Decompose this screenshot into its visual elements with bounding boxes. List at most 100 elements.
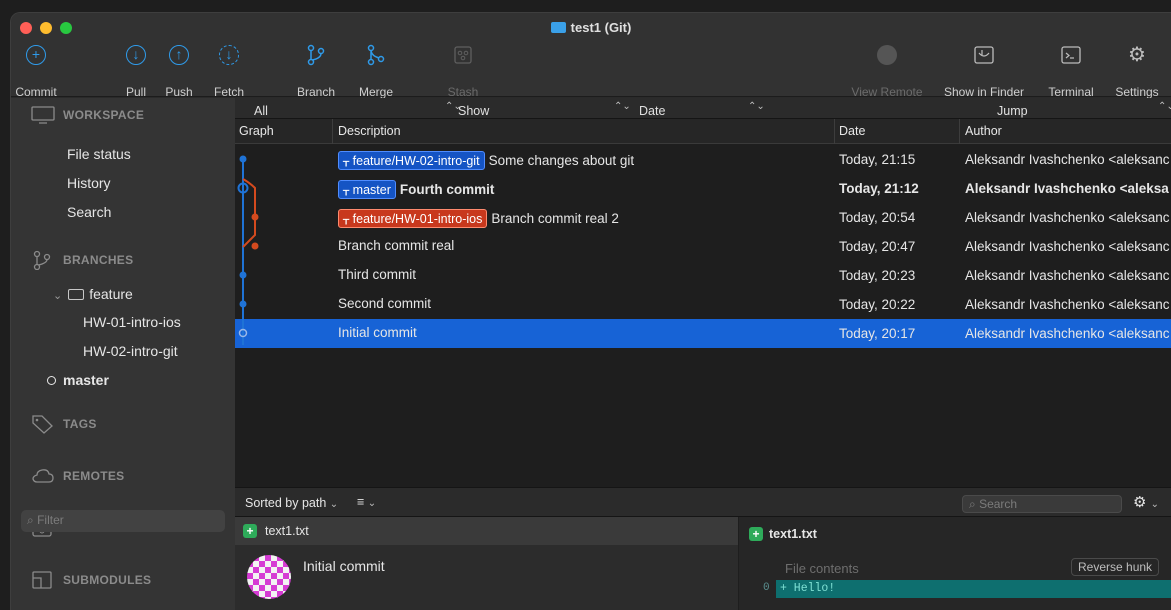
sidebar-folder-feature[interactable]: ⌄ feature (53, 286, 133, 302)
commit-date: Today, 21:15 (839, 152, 916, 167)
master-label: master (63, 372, 109, 388)
jump-to-chevron-icon[interactable]: ⌃⌄ (1158, 101, 1171, 112)
stash-button[interactable]: Stash (448, 43, 478, 99)
show-in-finder-button[interactable]: Show in Finder (944, 43, 1024, 99)
pull-button[interactable]: ↓ Pull (121, 43, 151, 99)
commit-date: Today, 20:23 (839, 268, 916, 283)
added-file-icon: + (749, 527, 763, 541)
workspace-heading: WORKSPACE (63, 108, 145, 122)
filter-bar: All Branches ⌃⌄ Show Remote Branches ⌃⌄ … (235, 98, 1171, 146)
branch-button[interactable]: Branch (297, 43, 335, 99)
pull-label: Pull (125, 85, 147, 99)
filter-placeholder: Filter (37, 513, 64, 527)
table-row[interactable]: ᚁ master Fourth commit Today, 21:12 Aleks… (235, 174, 1171, 203)
folder-label: feature (89, 286, 133, 302)
sidebar-section-submodules[interactable]: SUBMODULES (31, 570, 151, 590)
diff-line: 0 + Hello! (739, 580, 1171, 598)
sidebar-item-history[interactable]: History (67, 175, 111, 191)
fetch-icon: ↓ (219, 45, 239, 65)
fetch-button[interactable]: ↓ Fetch (214, 43, 244, 99)
hunk-header: File contents (785, 561, 859, 576)
commit-message: Second commit (338, 296, 432, 311)
sidebar-section-workspace[interactable]: WORKSPACE (31, 106, 144, 124)
order-chevron-icon[interactable]: ⌃⌄ (748, 101, 765, 112)
terminal-button[interactable]: Terminal (1048, 43, 1094, 99)
branches-heading: BRANCHES (63, 253, 134, 267)
branch-label: Branch (296, 85, 336, 99)
reverse-hunk-button[interactable]: Reverse hunk (1071, 558, 1160, 576)
settings-label: Settings (1115, 85, 1159, 99)
branch-icon: ᚁ (343, 183, 350, 197)
changed-files-pane: + text1.txt Initial commit (235, 517, 738, 610)
commit-label: Commit (15, 85, 57, 99)
table-row[interactable]: Second commit Today, 20:22 Aleksandr Iva… (235, 290, 1171, 319)
push-icon: ↑ (169, 45, 189, 65)
sidebar-item-master[interactable]: master (47, 372, 109, 388)
finder-icon (974, 46, 994, 64)
sidebar-filter-input[interactable]: ⌕ Filter (21, 510, 225, 532)
branch-icon (33, 250, 51, 270)
stash-label: Stash (447, 85, 479, 99)
file-row[interactable]: + text1.txt (235, 517, 738, 545)
merge-icon (367, 44, 385, 66)
branch-tag: ᚁ feature/HW-01-intro-ios (338, 209, 488, 228)
merge-button[interactable]: Merge (359, 43, 393, 99)
gear-icon[interactable]: ⚙ ⌄ (1133, 493, 1159, 511)
sidebar-item-hw-01[interactable]: HW-01-intro-ios (83, 314, 181, 330)
commit-node (239, 155, 247, 163)
commit-button[interactable]: + Commit (15, 43, 57, 99)
branch-tag-label: feature/HW-02-intro-git (352, 154, 480, 168)
diff-file-name: text1.txt (769, 527, 817, 541)
sidebar-item-hw-02[interactable]: HW-02-intro-git (83, 343, 178, 359)
submodules-heading: SUBMODULES (63, 573, 152, 587)
details-toolbar: Sorted by path ⌄ ≡ ⌄ ⌕ Search ⚙ ⌄ (235, 487, 1171, 517)
remote-filter-chevron-icon[interactable]: ⌃⌄ (614, 101, 631, 112)
commit-node (239, 300, 247, 308)
search-input[interactable]: ⌕ Search (962, 495, 1122, 513)
column-date[interactable]: Date (839, 124, 865, 138)
table-row[interactable]: Branch commit real Today, 20:47 Aleksand… (235, 232, 1171, 261)
list-view-toggle[interactable]: ≡ ⌄ (357, 495, 376, 509)
push-label: Push (165, 85, 193, 99)
table-row[interactable]: ᚁ feature/HW-01-intro-ios Branch commit r… (235, 203, 1171, 232)
commit-author: Aleksandr Ivashchenko <aleksanc (965, 210, 1170, 225)
commit-table-header: Graph Description Date Author (235, 119, 1171, 144)
settings-button[interactable]: ⚙ Settings (1115, 43, 1158, 99)
sidebar-item-file-status[interactable]: File status (67, 146, 131, 162)
view-remote-label: View Remote (851, 85, 923, 99)
submodule-icon (32, 571, 52, 589)
sidebar-section-branches[interactable]: BRANCHES (31, 250, 133, 270)
main-panel: All Branches ⌃⌄ Show Remote Branches ⌃⌄ … (235, 98, 1171, 610)
column-graph[interactable]: Graph (239, 124, 274, 138)
commit-graph (237, 155, 259, 345)
sidebar-section-tags[interactable]: TAGS (31, 414, 97, 434)
gear-icon: ⚙ (1128, 44, 1146, 66)
current-branch-icon (47, 376, 56, 385)
chevron-down-icon: ⌄ (329, 499, 339, 510)
table-row-selected[interactable]: Initial commit Today, 20:17 Aleksandr Iv… (235, 319, 1171, 348)
table-row[interactable]: ᚁ feature/HW-02-intro-git Some changes ab… (235, 145, 1171, 174)
commit-author: Aleksandr Ivashchenko <aleksanc (965, 326, 1170, 341)
search-placeholder: Search (979, 497, 1018, 511)
sidebar-section-remotes[interactable]: REMOTES (31, 468, 124, 484)
commit-date: Today, 21:12 (839, 181, 919, 196)
view-remote-button[interactable]: View Remote (851, 43, 923, 99)
tags-heading: TAGS (63, 417, 97, 431)
details-panel: Sorted by path ⌄ ≡ ⌄ ⌕ Search ⚙ ⌄ + text… (235, 487, 1171, 610)
commit-message: Initial commit (338, 325, 417, 340)
sidebar: WORKSPACE File status History Search BRA… (11, 98, 235, 610)
sort-select[interactable]: Sorted by path ⌄ (245, 496, 338, 510)
remotes-heading: REMOTES (63, 469, 125, 483)
commit-icon: + (26, 45, 46, 65)
diff-line-number: 0 (763, 582, 770, 594)
commit-date: Today, 20:17 (839, 326, 916, 341)
commit-message: Branch commit real 2 (491, 211, 619, 226)
stash-icon (454, 46, 472, 64)
column-author[interactable]: Author (965, 124, 1002, 138)
column-description[interactable]: Description (338, 124, 401, 138)
added-file-icon: + (243, 524, 257, 538)
commit-author: Aleksandr Ivashchenko <aleksanc (965, 152, 1170, 167)
push-button[interactable]: ↑ Push (164, 43, 194, 99)
table-row[interactable]: Third commit Today, 20:23 Aleksandr Ivas… (235, 261, 1171, 290)
sidebar-item-search[interactable]: Search (67, 204, 111, 220)
